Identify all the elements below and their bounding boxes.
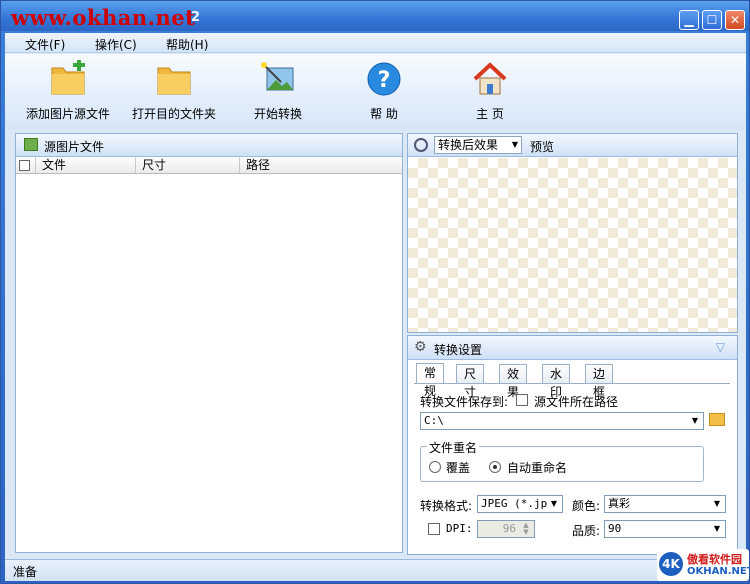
effect-select[interactable]: 转换后效果 ▼ <box>434 136 522 154</box>
rename-groupbox: 文件重名 覆盖 自动重命名 <box>420 439 704 482</box>
spinner-arrows-icon[interactable]: ▲ ▼ <box>519 522 533 536</box>
dpi-checkbox[interactable] <box>428 523 440 535</box>
logo-text: 傲看软件园 <box>687 553 742 566</box>
open-dest-folder-button[interactable]: 打开目的文件夹 <box>129 60 219 122</box>
dpi-spinner[interactable]: 96 ▲ ▼ <box>477 520 535 538</box>
status-text: 准备 <box>13 565 38 579</box>
format-label: 转换格式: <box>420 499 473 513</box>
source-path-checkbox[interactable] <box>516 394 528 406</box>
logo-badge-icon: 4K <box>659 552 683 576</box>
color-select[interactable]: 真彩 ▼ <box>604 495 726 513</box>
convert-settings-panel: ⚙ 转换设置 ▽ 常规 尺寸 效果 水印 边框 转换文件保存到: 源文件所在路径… <box>407 335 738 555</box>
add-source-button[interactable]: 添加图片源文件 <box>23 60 113 122</box>
app-window: www.okhan.net 2 ▁ ☐ ✕ 文件(F) 操作(C) 帮助(H) … <box>0 0 750 584</box>
title-bar: www.okhan.net 2 ▁ ☐ ✕ <box>1 1 749 31</box>
tab-size[interactable]: 尺寸 <box>456 364 485 399</box>
home-label: 主 页 <box>476 107 504 121</box>
color-label: 颜色: <box>572 499 601 513</box>
preview-header: 转换后效果 ▼ 预览 <box>408 134 737 157</box>
select-all-checkbox[interactable] <box>16 157 36 173</box>
column-path[interactable]: 路径 <box>240 157 402 173</box>
output-path-value: C:\ <box>424 414 444 427</box>
help-icon: ? <box>367 62 401 96</box>
browse-folder-icon[interactable] <box>709 413 725 426</box>
home-icon <box>473 62 507 95</box>
close-button[interactable]: ✕ <box>725 10 745 30</box>
color-value: 真彩 <box>608 497 630 510</box>
dpi-label: DPI: <box>446 522 473 535</box>
output-path-select[interactable]: C:\ ▼ <box>420 412 704 430</box>
help-label: 帮 助 <box>370 107 398 121</box>
minimize-button[interactable]: ▁ <box>679 10 699 30</box>
maximize-button[interactable]: ☐ <box>702 10 722 30</box>
help-button[interactable]: ? 帮 助 <box>359 60 409 122</box>
general-tab-body: 转换文件保存到: 源文件所在路径 C:\ ▼ 文件重名 覆盖 自动重命名 转换格… <box>414 383 730 551</box>
magic-wand-image-icon <box>261 62 294 91</box>
settings-title: 转换设置 <box>434 343 483 357</box>
menu-operate[interactable]: 操作(C) <box>95 36 137 53</box>
add-source-label: 添加图片源文件 <box>25 107 110 121</box>
overwrite-radio[interactable] <box>429 461 441 473</box>
dropdown-arrow-icon: ▼ <box>691 416 699 425</box>
home-button[interactable]: 主 页 <box>465 60 515 122</box>
tab-watermark[interactable]: 水印 <box>542 364 571 399</box>
source-panel-header: 源图片文件 <box>16 134 402 157</box>
tab-border[interactable]: 边框 <box>585 364 614 399</box>
folder-icon <box>157 67 191 95</box>
quality-select[interactable]: 90 ▼ <box>604 520 726 538</box>
dropdown-arrow-icon: ▼ <box>713 499 721 508</box>
source-panel-title: 源图片文件 <box>44 140 105 154</box>
magnifier-icon <box>414 138 428 152</box>
tab-general[interactable]: 常规 <box>416 363 445 398</box>
start-convert-button[interactable]: 开始转换 <box>245 60 311 122</box>
watermark-text: www.okhan.net <box>11 5 196 30</box>
file-list-header: 文件 尺寸 路径 <box>16 157 402 174</box>
save-to-label: 转换文件保存到: <box>420 395 509 409</box>
preview-panel: 转换后效果 ▼ 预览 <box>407 133 738 333</box>
dropdown-arrow-icon: ▼ <box>550 499 558 508</box>
auto-rename-label: 自动重命名 <box>507 461 568 475</box>
settings-header: ⚙ 转换设置 ▽ <box>408 336 737 360</box>
quality-value: 90 <box>608 522 622 535</box>
dpi-value: 96 <box>502 522 516 535</box>
svg-text:?: ? <box>378 68 391 93</box>
dropdown-arrow-icon: ▼ <box>511 140 518 149</box>
window-title: 2 <box>191 10 201 25</box>
overwrite-label: 覆盖 <box>446 461 471 475</box>
rename-group-label: 文件重名 <box>427 439 480 456</box>
open-dest-label: 打开目的文件夹 <box>131 107 216 121</box>
preview-label: 预览 <box>530 140 555 154</box>
logo-subtext: OKHAN.NET <box>687 566 750 577</box>
quality-label: 品质: <box>572 524 601 538</box>
format-value: JPEG (*.jpg <box>481 497 547 510</box>
column-size[interactable]: 尺寸 <box>136 157 240 173</box>
source-path-label: 源文件所在路径 <box>534 395 619 409</box>
add-folder-icon <box>51 60 85 95</box>
client-area: 文件(F) 操作(C) 帮助(H) 添加图片源文件 打开目的文件夹 开始转换 ?… <box>5 33 746 581</box>
menu-file[interactable]: 文件(F) <box>25 36 65 53</box>
source-files-panel: 源图片文件 文件 尺寸 路径 <box>15 133 403 553</box>
toolbar: 添加图片源文件 打开目的文件夹 开始转换 ? 帮 助 主 页 <box>5 54 746 130</box>
site-logo: 4K 傲看软件园 OKHAN.NET <box>657 549 750 581</box>
column-file[interactable]: 文件 <box>36 157 136 173</box>
menu-bar: 文件(F) 操作(C) 帮助(H) <box>5 33 746 53</box>
dropdown-arrow-icon: ▼ <box>713 524 721 533</box>
auto-rename-radio[interactable] <box>489 461 501 473</box>
gear-icon: ⚙ <box>414 339 427 355</box>
effect-select-value: 转换后效果 <box>438 138 499 152</box>
preview-canvas <box>408 158 737 332</box>
collapse-chevron-icon[interactable]: ▽ <box>716 340 725 354</box>
status-bar: 准备 <box>5 559 746 581</box>
start-convert-label: 开始转换 <box>253 107 302 121</box>
menu-help[interactable]: 帮助(H) <box>166 36 208 53</box>
image-icon <box>24 138 38 151</box>
format-select[interactable]: JPEG (*.jpg ▼ <box>477 495 563 513</box>
tab-effect[interactable]: 效果 <box>499 364 528 399</box>
